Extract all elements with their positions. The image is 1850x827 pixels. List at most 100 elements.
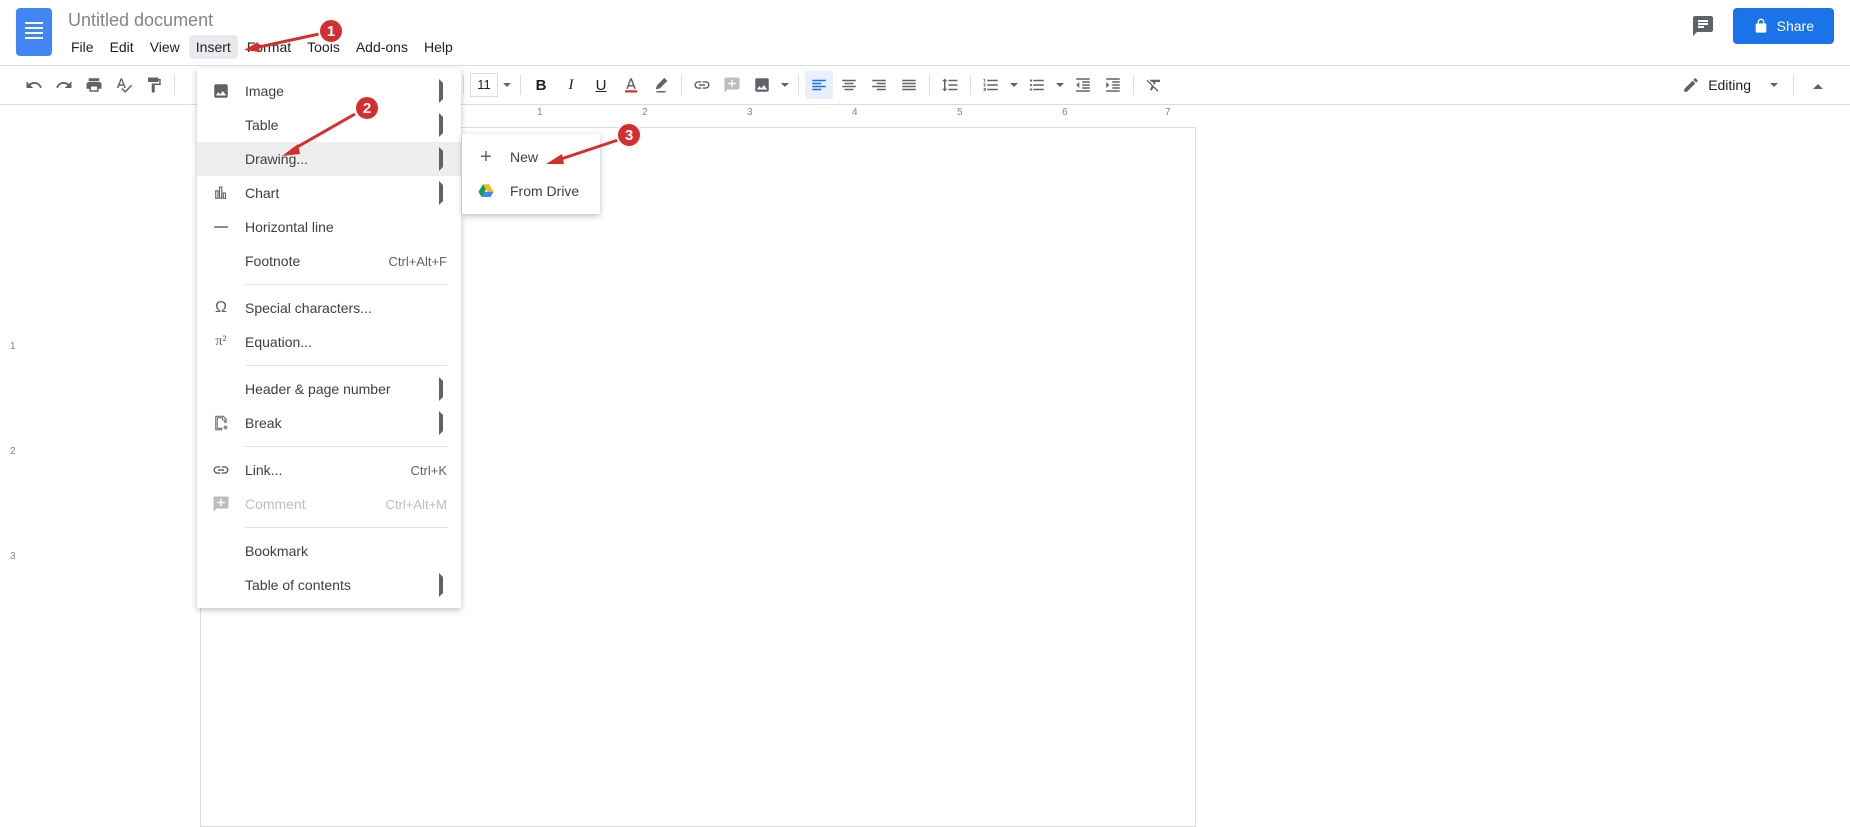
submenu-item-from-drive[interactable]: From Drive xyxy=(462,174,600,208)
menu-item-special-characters[interactable]: Ω Special characters... xyxy=(197,291,461,325)
link-icon xyxy=(211,460,231,480)
bold-button[interactable]: B xyxy=(527,71,555,99)
docs-logo-icon[interactable] xyxy=(16,8,52,56)
footnote-icon xyxy=(211,251,231,271)
menu-help[interactable]: Help xyxy=(417,35,460,59)
menu-item-table-of-contents[interactable]: Table of contents xyxy=(197,568,461,602)
bulleted-list-button[interactable] xyxy=(1023,71,1051,99)
add-comment-icon xyxy=(211,494,231,514)
menu-separator xyxy=(245,284,447,285)
annotation-arrow-1 xyxy=(244,30,324,57)
separator xyxy=(1793,75,1794,95)
paint-format-button[interactable] xyxy=(140,71,168,99)
align-center-button[interactable] xyxy=(835,71,863,99)
separator xyxy=(929,75,930,95)
annotation-callout-3: 3 xyxy=(616,122,642,148)
clear-formatting-button[interactable] xyxy=(1140,71,1168,99)
shortcut: Ctrl+Alt+M xyxy=(386,497,447,512)
separator xyxy=(1133,75,1134,95)
decrease-indent-button[interactable] xyxy=(1069,71,1097,99)
add-comment-button[interactable] xyxy=(718,71,746,99)
ruler-num: 5 xyxy=(957,107,963,118)
bookmark-icon xyxy=(211,541,231,561)
menu-label: Special characters... xyxy=(245,300,372,316)
editing-mode-dropdown[interactable] xyxy=(1767,71,1781,99)
align-justify-button[interactable] xyxy=(895,71,923,99)
share-label: Share xyxy=(1777,18,1814,34)
menu-addons[interactable]: Add-ons xyxy=(349,35,415,59)
editing-mode-button[interactable]: Editing xyxy=(1674,72,1759,98)
align-left-button[interactable] xyxy=(805,71,833,99)
separator xyxy=(970,75,971,95)
menu-item-header-page-number[interactable]: Header & page number xyxy=(197,372,461,406)
menu-insert[interactable]: Insert xyxy=(189,35,238,59)
menu-label: Image xyxy=(245,83,284,99)
ruler-num: 1 xyxy=(10,341,16,352)
spellcheck-button[interactable] xyxy=(110,71,138,99)
menu-separator xyxy=(245,527,447,528)
menu-item-comment: Comment Ctrl+Alt+M xyxy=(197,487,461,521)
submenu-arrow-icon xyxy=(439,151,447,167)
menu-label: New xyxy=(510,149,538,165)
menu-item-bookmark[interactable]: Bookmark xyxy=(197,534,461,568)
horizontal-line-icon xyxy=(211,217,231,237)
submenu-arrow-icon xyxy=(439,381,447,397)
menu-item-link[interactable]: Link... Ctrl+K xyxy=(197,453,461,487)
submenu-arrow-icon xyxy=(439,185,447,201)
open-comments-button[interactable] xyxy=(1689,12,1717,40)
comment-icon xyxy=(1691,14,1715,38)
toolbar-right: Editing xyxy=(1674,71,1830,99)
bulleted-list-dropdown[interactable] xyxy=(1053,71,1067,99)
increase-indent-button[interactable] xyxy=(1099,71,1127,99)
plus-icon: + xyxy=(476,147,496,167)
menu-item-equation[interactable]: π² Equation... xyxy=(197,325,461,359)
hide-menus-button[interactable] xyxy=(1806,73,1830,97)
highlight-color-button[interactable] xyxy=(647,71,675,99)
menu-item-image[interactable]: Image xyxy=(197,74,461,108)
numbered-list-dropdown[interactable] xyxy=(1007,71,1021,99)
omega-icon: Ω xyxy=(211,298,231,318)
menu-label: Header & page number xyxy=(245,381,391,397)
insert-image-button[interactable] xyxy=(748,71,776,99)
menu-label: Link... xyxy=(245,462,282,478)
numbered-list-button[interactable] xyxy=(977,71,1005,99)
print-button[interactable] xyxy=(80,71,108,99)
image-dropdown[interactable] xyxy=(778,71,792,99)
text-color-button[interactable] xyxy=(617,71,645,99)
redo-button[interactable] xyxy=(50,71,78,99)
pencil-icon xyxy=(1682,76,1700,94)
menu-label: From Drive xyxy=(510,183,579,199)
menu-edit[interactable]: Edit xyxy=(103,35,141,59)
undo-button[interactable] xyxy=(20,71,48,99)
ruler-num: 3 xyxy=(10,551,16,562)
line-spacing-button[interactable] xyxy=(936,71,964,99)
menu-label: Horizontal line xyxy=(245,219,334,235)
menu-item-footnote[interactable]: Footnote Ctrl+Alt+F xyxy=(197,244,461,278)
underline-button[interactable]: U xyxy=(587,71,615,99)
shortcut: Ctrl+K xyxy=(411,463,447,478)
menu-item-break[interactable]: Break xyxy=(197,406,461,440)
separator xyxy=(174,75,175,95)
share-button[interactable]: Share xyxy=(1733,8,1834,44)
menu-label: Break xyxy=(245,415,282,431)
align-right-button[interactable] xyxy=(865,71,893,99)
font-size-input[interactable]: 11 xyxy=(470,73,498,97)
drawing-icon xyxy=(211,149,231,169)
insert-link-button[interactable] xyxy=(688,71,716,99)
menu-separator xyxy=(245,446,447,447)
menu-view[interactable]: View xyxy=(143,35,187,59)
annotation-callout-1: 1 xyxy=(318,18,344,44)
font-size-dropdown[interactable] xyxy=(500,71,514,99)
ruler-num: 3 xyxy=(747,107,753,118)
pi-icon: π² xyxy=(211,332,231,352)
vertical-ruler[interactable]: 1 2 3 xyxy=(0,121,28,745)
header-icon xyxy=(211,379,231,399)
ruler-num: 4 xyxy=(852,107,858,118)
editing-mode-label: Editing xyxy=(1708,77,1751,93)
italic-button[interactable]: I xyxy=(557,71,585,99)
ruler-num: 2 xyxy=(10,446,16,457)
menu-item-horizontal-line[interactable]: Horizontal line xyxy=(197,210,461,244)
menu-item-chart[interactable]: Chart xyxy=(197,176,461,210)
menu-file[interactable]: File xyxy=(64,35,101,59)
annotation-arrow-2 xyxy=(280,110,360,165)
